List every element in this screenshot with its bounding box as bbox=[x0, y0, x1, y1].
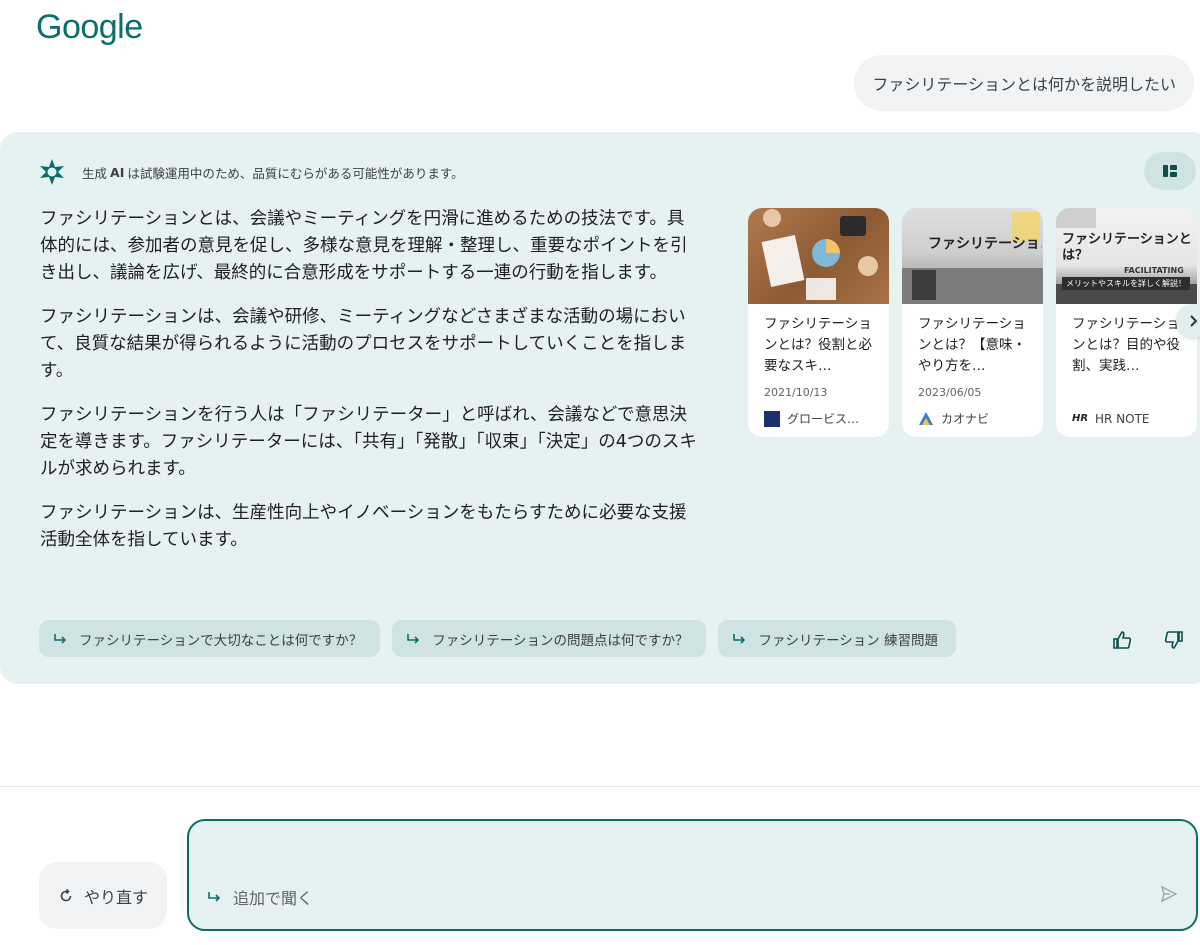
answer-paragraph: ファシリテーションを行う人は「ファシリテーター」と呼ばれ、会議などで意思決定を導… bbox=[40, 405, 697, 479]
source-cards: ファシリテーションとは？役割と必要なスキ… 2021/10/13 グロービス… … bbox=[748, 208, 1197, 437]
followup-chip[interactable]: ファシリテーション 練習問題 bbox=[718, 620, 956, 657]
side-panel-icon bbox=[1163, 165, 1177, 177]
card-source: HR HR NOTE bbox=[1072, 411, 1150, 427]
answer-paragraph: ファシリテーションは、生産性向上やイノベーションをもたらすために必要な支援活動全… bbox=[40, 503, 687, 550]
thumbs-up-icon[interactable] bbox=[1112, 630, 1132, 650]
section-divider bbox=[0, 786, 1200, 787]
notice-suffix: は試験運用中のため、品質にむらがある可能性があります。 bbox=[127, 165, 464, 181]
card-date: 2021/10/13 bbox=[764, 386, 828, 399]
retry-label: やり直す bbox=[83, 887, 148, 907]
refresh-icon bbox=[60, 888, 72, 901]
card-source: グロービス… bbox=[764, 410, 859, 427]
send-icon[interactable] bbox=[1160, 885, 1178, 903]
answer-paragraph: ファシリテーションは、会議や研修、ミーティングなどさまざまな活動の場において、良… bbox=[40, 307, 687, 381]
user-query-bubble: ファシリテーションとは何かを説明したい bbox=[854, 55, 1194, 111]
card-thumb-title: ファシリテーションとは？ bbox=[928, 236, 1042, 252]
meeting-photo-icon bbox=[761, 209, 878, 300]
card-date bbox=[1056, 382, 1197, 402]
retry-button[interactable]: やり直す bbox=[39, 862, 167, 929]
sources-panel-toggle-button[interactable] bbox=[1144, 152, 1196, 190]
thumbs-down-icon[interactable] bbox=[1164, 630, 1184, 650]
card-title: ファシリテーションとは？役割と必要なスキ… bbox=[764, 316, 872, 374]
source-card[interactable]: ファシリテーションとは？ ファシリテーションとは？【意味・やり方を… 2023/… bbox=[902, 208, 1043, 437]
chevron-right-icon bbox=[1190, 315, 1198, 327]
card-source-name: カオナビ bbox=[941, 412, 990, 426]
card-thumb-title: ファシリテーションとは？ bbox=[1062, 232, 1192, 263]
card-date: 2023/06/05 bbox=[918, 386, 982, 399]
experimental-notice: 生成 AI は試験運用中のため、品質にむらがある可能性があります。 bbox=[38, 158, 464, 186]
followup-chip-label: ファシリテーションの問題点は何ですか？ bbox=[432, 632, 689, 649]
hrnote-icon: HR bbox=[1072, 413, 1089, 424]
followup-input-placeholder: 追加で聞く bbox=[233, 889, 314, 908]
google-logo[interactable]: Google bbox=[36, 8, 143, 47]
card-source-name: グロービス… bbox=[787, 412, 860, 426]
followup-input[interactable]: 追加で聞く bbox=[207, 885, 313, 909]
office-photo-icon bbox=[902, 212, 1043, 304]
card-thumb-subtitle: FACILITATING bbox=[1124, 266, 1184, 275]
notice-bold: AI bbox=[110, 164, 125, 180]
arrow-return-icon bbox=[407, 633, 420, 644]
globis-icon bbox=[764, 410, 780, 427]
card-thumbnail bbox=[748, 208, 889, 304]
source-card[interactable]: ファシリテーションとは？役割と必要なスキ… 2021/10/13 グロービス… bbox=[748, 208, 889, 437]
arrow-return-icon bbox=[733, 633, 746, 644]
arrow-return-icon bbox=[208, 892, 221, 902]
card-title: ファシリテーションとは？【意味・やり方を… bbox=[918, 316, 1026, 374]
followup-chip[interactable]: ファシリテーションの問題点は何ですか？ bbox=[392, 620, 707, 657]
sparkle-icon bbox=[40, 159, 64, 185]
kaonavi-icon bbox=[919, 411, 933, 425]
ai-overview-panel: 生成 AI は試験運用中のため、品質にむらがある可能性があります。 ファシリテー… bbox=[0, 132, 1200, 684]
answer-text: ファシリテーションとは、会議やミーティングを円滑に進めるための技法です。具体的に… bbox=[40, 206, 700, 571]
answer-paragraph: ファシリテーションとは、会議やミーティングを円滑に進めるための技法です。具体的に… bbox=[40, 209, 688, 283]
followup-chip-label: ファシリテーションで大切なことは何ですか？ bbox=[79, 632, 363, 649]
followup-chips: ファシリテーションで大切なことは何ですか？ ファシリテーションの問題点は何ですか… bbox=[39, 620, 956, 657]
card-thumbnail: ファシリテーションとは？ FACILITATING メリットやスキルを詳しく解説… bbox=[1056, 208, 1197, 304]
card-thumb-banner: メリットやスキルを詳しく解説！ bbox=[1062, 277, 1190, 290]
followup-chip-label: ファシリテーション 練習問題 bbox=[758, 632, 938, 649]
arrow-return-icon bbox=[54, 633, 67, 644]
feedback-buttons bbox=[1112, 630, 1184, 650]
followup-input-box[interactable]: 追加で聞く bbox=[187, 819, 1198, 931]
user-query-text: ファシリテーションとは何かを説明したい bbox=[872, 75, 1176, 94]
followup-chip[interactable]: ファシリテーションで大切なことは何ですか？ bbox=[39, 620, 381, 657]
card-source-name: HR NOTE bbox=[1095, 412, 1150, 426]
card-thumbnail: ファシリテーションとは？ bbox=[902, 208, 1043, 304]
card-source: カオナビ bbox=[918, 410, 989, 427]
notice-prefix: 生成 bbox=[82, 165, 108, 181]
